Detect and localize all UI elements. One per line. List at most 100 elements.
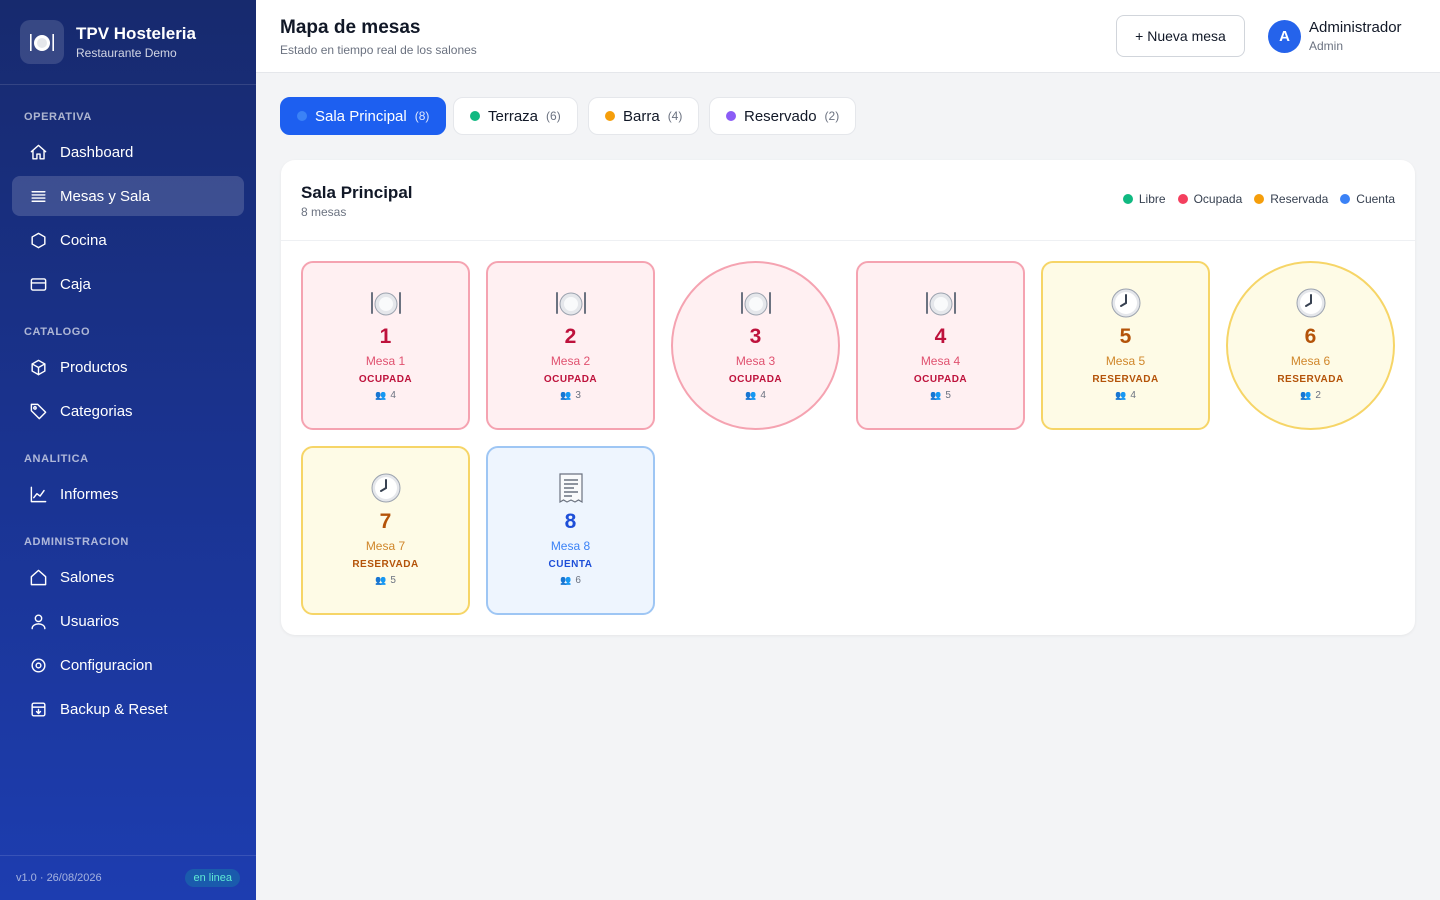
table-card-3[interactable]: 3 Mesa 3 OCUPADA 👥 4 xyxy=(671,261,840,430)
table-seats: 👥 4 xyxy=(745,390,766,401)
seat-count: 4 xyxy=(390,390,396,401)
table-name: Mesa 7 xyxy=(365,539,406,553)
plate-cutlery-icon xyxy=(554,287,588,319)
table-card-6[interactable]: 6 Mesa 6 RESERVADA 👥 2 xyxy=(1226,261,1395,430)
people-icon: 👥 xyxy=(1115,390,1127,400)
sidebar-item-categorias[interactable]: Categorias xyxy=(12,391,244,431)
sidebar-item-label: Backup & Reset xyxy=(60,700,168,718)
sidebar-item-usuarios[interactable]: Usuarios xyxy=(12,601,244,641)
status-legend: Libre Ocupada Reservada Cuenta xyxy=(1111,192,1395,206)
tab-label: Reservado xyxy=(744,107,817,125)
table-card-5[interactable]: 5 Mesa 5 RESERVADA 👥 4 xyxy=(1041,261,1210,430)
sidebar-item-label: Caja xyxy=(60,275,91,293)
house-icon xyxy=(28,567,48,587)
avatar[interactable]: A xyxy=(1268,20,1301,53)
tab-label: Sala Principal xyxy=(315,107,407,125)
room-panel: Sala Principal 8 mesas Libre Ocupada Res… xyxy=(281,160,1415,635)
sidebar-item-label: Dashboard xyxy=(60,143,134,161)
legend-item-reservada: Reservada xyxy=(1254,192,1328,206)
seat-count: 5 xyxy=(390,575,396,586)
table-status: CUENTA xyxy=(548,559,593,570)
people-icon: 👥 xyxy=(375,575,387,585)
user-name[interactable]: Administrador xyxy=(1309,19,1402,36)
app-subtitle: Restaurante Demo xyxy=(76,46,177,60)
table-status: OCUPADA xyxy=(913,374,968,385)
panel-header: Sala Principal 8 mesas Libre Ocupada Res… xyxy=(281,160,1415,241)
table-seats: 👥 2 xyxy=(1300,390,1321,401)
table-name: Mesa 5 xyxy=(1105,354,1146,368)
sidebar-item-productos[interactable]: Productos xyxy=(12,347,244,387)
app-version: v1.0 · 26/08/2026 xyxy=(16,872,102,884)
table-name: Mesa 6 xyxy=(1290,354,1331,368)
table-card-4[interactable]: 4 Mesa 4 OCUPADA 👥 5 xyxy=(856,261,1025,430)
sidebar-item-label: Productos xyxy=(60,358,128,376)
table-seats: 👥 4 xyxy=(1115,390,1136,401)
table-seats: 👥 3 xyxy=(560,390,581,401)
table-name: Mesa 1 xyxy=(365,354,406,368)
section-label-operativa: OPERATIVA xyxy=(24,111,92,123)
sidebar-item-mesas-y-sala[interactable]: Mesas y Sala xyxy=(12,176,244,216)
new-table-button[interactable]: + Nueva mesa xyxy=(1116,15,1245,57)
table-number: 5 xyxy=(1119,325,1132,348)
sidebar-item-label: Configuracion xyxy=(60,656,153,674)
section-label-administracion: ADMINISTRACION xyxy=(24,536,129,548)
table-card-8[interactable]: 8 Mesa 8 CUENTA 👥 6 xyxy=(486,446,655,615)
table-name: Mesa 8 xyxy=(550,539,591,553)
sidebar-item-configuracion[interactable]: Configuracion xyxy=(12,645,244,685)
seat-count: 4 xyxy=(1130,390,1136,401)
plate-cutlery-icon xyxy=(924,287,958,319)
table-status: OCUPADA xyxy=(543,374,598,385)
table-status: RESERVADA xyxy=(352,559,419,570)
seat-count: 6 xyxy=(575,575,581,586)
tab-count: (8) xyxy=(414,109,430,123)
legend-label: Libre xyxy=(1138,192,1166,206)
tab-sala-principal[interactable]: Sala Principal (8) xyxy=(280,97,447,135)
top-header: Mapa de mesas Estado en tiempo real de l… xyxy=(256,0,1440,73)
legend-dot xyxy=(1254,194,1265,204)
sidebar-item-dashboard[interactable]: Dashboard xyxy=(12,132,244,172)
tab-reservado[interactable]: Reservado (2) xyxy=(709,97,857,135)
legend-item-ocupada: Ocupada xyxy=(1177,192,1242,206)
table-number: 4 xyxy=(934,325,947,348)
sidebar-item-caja[interactable]: Caja xyxy=(12,264,244,304)
table-status: OCUPADA xyxy=(358,374,413,385)
tab-dot xyxy=(470,111,480,121)
sidebar-item-backup-reset[interactable]: Backup & Reset xyxy=(12,689,244,729)
plate-cutlery-icon xyxy=(739,287,773,319)
tag-icon xyxy=(28,401,48,421)
table-number: 7 xyxy=(379,510,392,533)
clock-icon xyxy=(1110,287,1142,319)
table-status: OCUPADA xyxy=(728,374,783,385)
section-label-analitica: ANALITICA xyxy=(24,453,89,465)
tab-terraza[interactable]: Terraza (6) xyxy=(453,97,578,135)
sidebar-item-cocina[interactable]: Cocina xyxy=(12,220,244,260)
table-card-1[interactable]: 1 Mesa 1 OCUPADA 👥 4 xyxy=(301,261,470,430)
table-number: 1 xyxy=(379,325,392,348)
tab-barra[interactable]: Barra (4) xyxy=(588,97,700,135)
table-card-7[interactable]: 7 Mesa 7 RESERVADA 👥 5 xyxy=(301,446,470,615)
sidebar-item-informes[interactable]: Informes xyxy=(12,474,244,514)
table-card-2[interactable]: 2 Mesa 2 OCUPADA 👥 3 xyxy=(486,261,655,430)
legend-dot xyxy=(1340,194,1351,204)
tab-count: (6) xyxy=(546,109,561,123)
legend-dot xyxy=(1122,194,1133,204)
sidebar-item-label: Cocina xyxy=(60,231,107,249)
plate-icon xyxy=(20,20,64,64)
seat-count: 3 xyxy=(575,390,581,401)
cube-icon xyxy=(28,357,48,377)
panel-title: Sala Principal xyxy=(301,183,413,202)
status-badge: en linea xyxy=(185,869,240,887)
page-subtitle: Estado en tiempo real de los salones xyxy=(280,43,477,57)
table-number: 2 xyxy=(564,325,577,348)
line-chart-icon xyxy=(28,484,48,504)
clock-icon xyxy=(1295,287,1327,319)
sidebar-item-salones[interactable]: Salones xyxy=(12,557,244,597)
table-seats: 👥 6 xyxy=(560,575,581,586)
panel-subtitle: 8 mesas xyxy=(301,205,347,219)
seat-count: 4 xyxy=(760,390,766,401)
legend-item-libre: Libre xyxy=(1122,192,1166,206)
people-icon: 👥 xyxy=(930,390,942,400)
clock-icon xyxy=(370,472,402,504)
sidebar-item-label: Categorias xyxy=(60,402,133,420)
tab-count: (2) xyxy=(824,109,840,123)
